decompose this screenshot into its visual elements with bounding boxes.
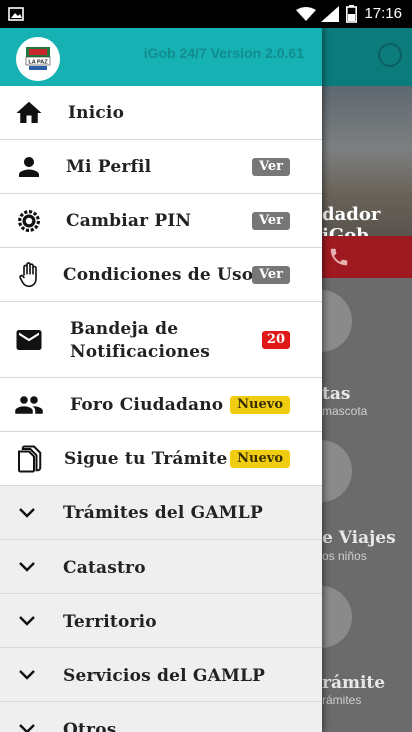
settings-gear-icon [18,210,40,232]
drawer-header: LA PAZ iGob 24/7 Version 2.0.61 [0,28,322,86]
section-territorio[interactable]: Territorio [0,594,322,648]
menu-item-label: Foro Ciudadano [70,395,224,415]
menu-item-foro-ciudadano[interactable]: Foro Ciudadano Nuevo [0,378,322,432]
view-badge[interactable]: Ver [251,266,290,284]
shortcut-label: e Viajes [322,528,396,548]
menu-item-sigue-tu-tramite[interactable]: Sigue tu Trámite Nuevo [0,432,322,486]
chevron-down-icon [19,508,35,518]
section-tramites-gamlp[interactable]: Trámites del GAMLP [0,486,322,540]
section-label: Catastro [63,558,146,578]
mail-icon [16,330,42,350]
battery-icon [346,5,357,23]
shortcut-label: tas [322,384,351,404]
logo-text: LA PAZ [28,60,48,66]
menu-item-condiciones-de-uso[interactable]: Condiciones de Uso Ver [0,248,322,302]
navigation-drawer: LA PAZ iGob 24/7 Version 2.0.61 Inicio M… [0,28,322,732]
new-badge[interactable]: Nuevo [230,450,290,468]
app-version: iGob 24/7 Version 2.0.61 [143,45,304,61]
user-icon [378,43,402,67]
phone-icon [330,248,348,266]
menu-item-inicio[interactable]: Inicio [0,86,322,140]
section-otros[interactable]: Otros [0,702,322,732]
chevron-down-icon [19,724,35,732]
section-servicios-gamlp[interactable]: Servicios del GAMLP [0,648,322,702]
section-catastro[interactable]: Catastro [0,540,322,594]
shortcut-sub: os niños [322,549,367,563]
menu-item-label: Condiciones de Uso [63,265,254,285]
status-time: 17:16 [364,5,402,22]
signal-icon [321,6,339,22]
menu-item-mi-perfil[interactable]: Mi Perfil Ver [0,140,322,194]
shortcut-label: rámite [322,673,386,693]
documents-icon [18,445,42,473]
section-label: Territorio [63,612,157,632]
image-notification-icon [8,7,24,21]
chevron-down-icon [19,616,35,626]
people-icon [15,396,43,414]
shortcut-sub: mascota [322,404,368,418]
hand-icon [19,262,37,288]
notification-count-badge[interactable]: 20 [261,331,290,349]
section-label: Servicios del GAMLP [63,666,266,686]
city-crest-icon: LA PAZ [25,47,51,70]
section-label: Trámites del GAMLP [63,503,263,523]
view-badge[interactable]: Ver [251,158,290,176]
menu-item-label: Bandeja de Notificaciones [70,319,211,362]
menu-item-bandeja-notificaciones[interactable]: Bandeja de Notificaciones 20 [0,302,322,378]
shortcut-sub: rámites [322,693,362,707]
menu-item-label: Sigue tu Trámite [64,449,228,469]
chevron-down-icon [19,670,35,680]
status-bar: 17:16 [0,0,412,28]
menu-item-label: Mi Perfil [66,157,152,177]
section-label: Otros [63,720,117,732]
la-paz-logo[interactable]: LA PAZ [16,37,60,81]
call-bar [322,236,412,278]
menu-item-label: Inicio [68,103,125,123]
menu-item-cambiar-pin[interactable]: Cambiar PIN Ver [0,194,322,248]
home-icon [16,101,42,123]
chevron-down-icon [19,562,35,572]
new-badge[interactable]: Nuevo [230,396,290,414]
menu-item-label: Cambiar PIN [66,211,192,231]
wifi-icon [296,7,316,21]
view-badge[interactable]: Ver [251,212,290,230]
person-icon [19,157,39,177]
